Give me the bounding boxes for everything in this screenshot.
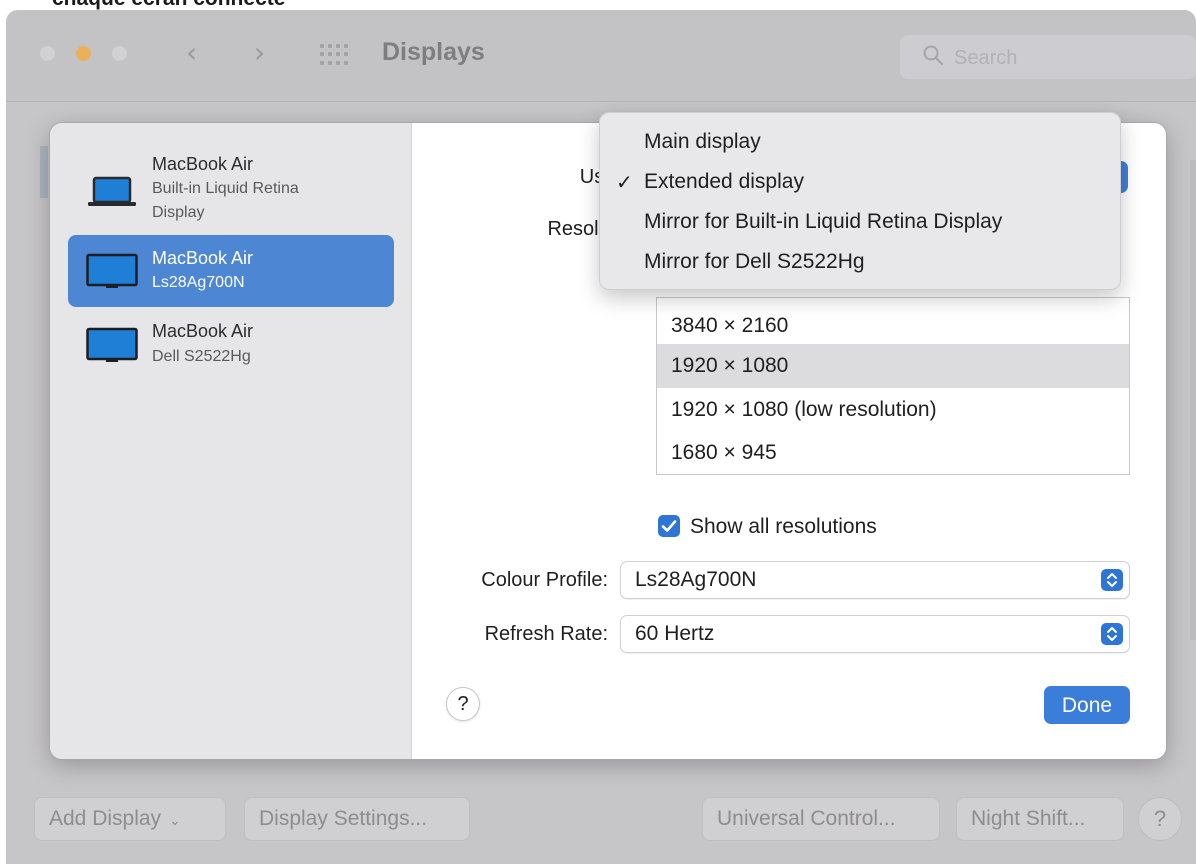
- show-all-resolutions-label: Show all resolutions: [690, 515, 877, 538]
- add-display-label: Add Display: [49, 807, 162, 830]
- checkmark-icon: ✓: [616, 170, 633, 194]
- display-settings-button[interactable]: Display Settings...: [244, 797, 470, 841]
- colour-profile-select[interactable]: Ls28Ag700N: [620, 561, 1130, 599]
- background-sidebar-edge: [40, 146, 48, 198]
- use-as-menu: Main display ✓ Extended display Mirror f…: [599, 112, 1121, 290]
- resolution-item[interactable]: 1680 × 945: [657, 431, 1129, 475]
- display-list-sidebar: MacBook Air Built-in Liquid Retina Displ…: [50, 123, 412, 759]
- top-caption-strip: chaque écran connecté: [0, 0, 1196, 10]
- menu-item-mirror-dell[interactable]: Mirror for Dell S2522Hg: [600, 243, 1120, 281]
- show-all-resolutions-checkbox[interactable]: [658, 515, 680, 537]
- menu-item-mirror-built-in[interactable]: Mirror for Built-in Liquid Retina Displa…: [600, 203, 1120, 241]
- monitor-icon: [86, 327, 138, 362]
- caption-text: chaque écran connecté: [52, 0, 285, 10]
- footer-help-button[interactable]: ?: [1138, 797, 1182, 841]
- forward-chevron-icon[interactable]: ›: [254, 38, 265, 68]
- refresh-rate-label: Refresh Rate:: [484, 623, 608, 645]
- up-down-chevron-icon: [1101, 569, 1123, 591]
- display-item-name: MacBook Air: [152, 154, 254, 174]
- menu-item-label: Main display: [644, 130, 761, 153]
- minimize-window-button[interactable]: [76, 46, 91, 61]
- universal-control-button[interactable]: Universal Control...: [702, 797, 940, 841]
- display-item-ls28ag700n[interactable]: MacBook Air Ls28Ag700N: [68, 235, 394, 307]
- menu-item-label: Mirror for Built-in Liquid Retina Displa…: [644, 210, 1003, 233]
- window-title: Displays: [382, 38, 485, 66]
- refresh-rate-value: 60 Hertz: [635, 622, 715, 645]
- background-content-edge: [1190, 160, 1196, 640]
- add-display-button[interactable]: Add Display ⌄: [34, 797, 226, 841]
- display-item-name: MacBook Air: [152, 248, 254, 268]
- help-button[interactable]: ?: [446, 687, 480, 721]
- display-item-subtitle: Ls28Ag700N: [152, 274, 245, 291]
- night-shift-button[interactable]: Night Shift...: [956, 797, 1124, 841]
- resolution-item[interactable]: 1920 × 1080 (low resolution): [657, 388, 1129, 432]
- close-window-button[interactable]: [40, 46, 55, 61]
- chevron-down-icon: ⌄: [169, 812, 181, 828]
- back-chevron-icon[interactable]: ‹: [186, 38, 197, 68]
- colour-profile-label: Colour Profile:: [481, 569, 608, 591]
- display-item-name: MacBook Air: [152, 321, 254, 341]
- menu-item-label: Extended display: [644, 170, 804, 193]
- display-item-subtitle: Built-in Liquid Retina Display: [152, 180, 299, 221]
- search-box[interactable]: [900, 35, 1196, 79]
- laptop-icon: [88, 176, 136, 206]
- display-item-subtitle: Dell S2522Hg: [152, 348, 251, 365]
- checkmark-icon: [661, 520, 677, 532]
- monitor-icon: [86, 253, 138, 288]
- done-button[interactable]: Done: [1044, 686, 1130, 724]
- up-down-chevron-icon: [1101, 623, 1123, 645]
- colour-profile-value: Ls28Ag700N: [635, 568, 757, 591]
- zoom-window-button[interactable]: [112, 46, 127, 61]
- window-titlebar: ‹ › Displays: [6, 10, 1196, 102]
- show-all-grid-icon[interactable]: [320, 44, 350, 66]
- menu-item-label: Mirror for Dell S2522Hg: [644, 250, 865, 273]
- search-input[interactable]: [952, 45, 1152, 71]
- resolution-list[interactable]: 3840 × 2160 1920 × 1080 1920 × 1080 (low…: [656, 297, 1130, 475]
- menu-item-extended-display[interactable]: ✓ Extended display: [600, 163, 1120, 201]
- menu-item-main-display[interactable]: Main display: [600, 123, 1120, 161]
- search-icon: [923, 45, 944, 66]
- display-item-dell[interactable]: MacBook Air Dell S2522Hg: [68, 313, 394, 373]
- display-item-built-in[interactable]: MacBook Air Built-in Liquid Retina Displ…: [68, 145, 394, 227]
- resolution-item[interactable]: 3840 × 2160: [657, 304, 1129, 348]
- refresh-rate-select[interactable]: 60 Hertz: [620, 615, 1130, 653]
- resolution-item-selected[interactable]: 1920 × 1080: [657, 344, 1129, 388]
